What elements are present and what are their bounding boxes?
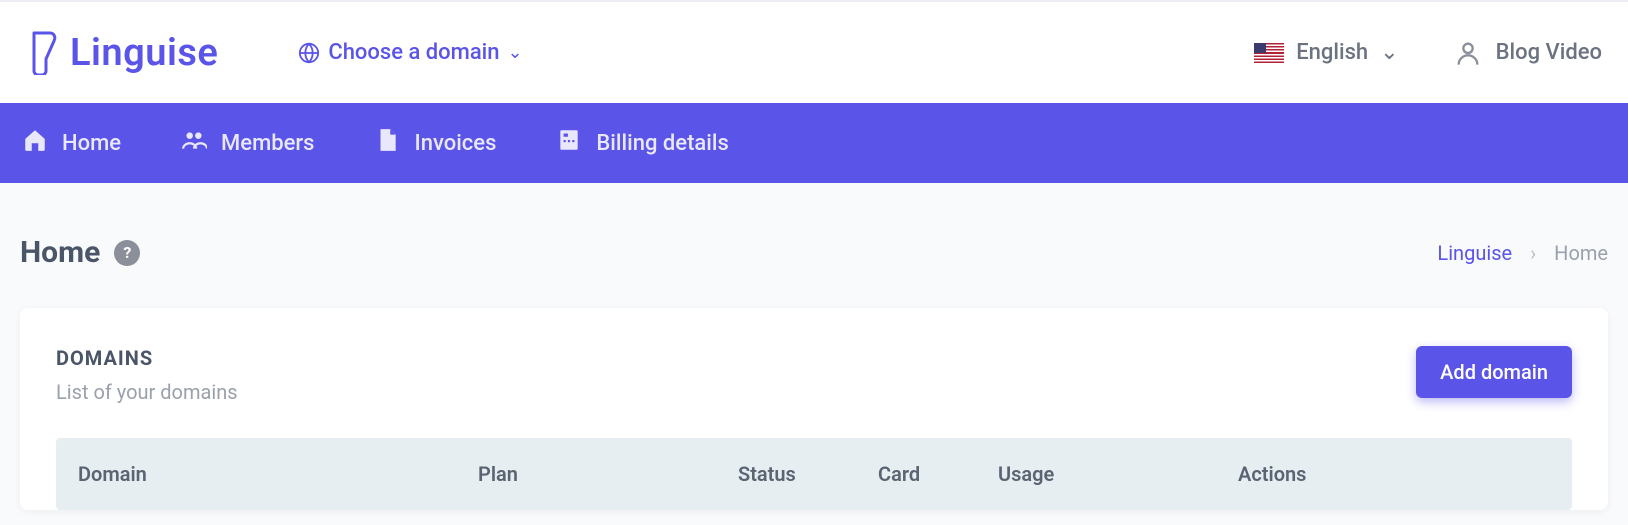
- domains-card-header: DOMAINS List of your domains Add domain: [56, 346, 1572, 404]
- col-plan: Plan: [478, 462, 738, 486]
- brand-logo[interactable]: Linguise: [26, 31, 218, 75]
- flag-us-icon: [1254, 43, 1284, 63]
- language-label: English: [1296, 40, 1368, 65]
- user-name: Blog Video: [1496, 40, 1602, 65]
- nav-billing-label: Billing details: [596, 131, 728, 156]
- language-picker[interactable]: English ⌄: [1254, 40, 1398, 65]
- nav-billing[interactable]: Billing details: [556, 127, 728, 159]
- user-icon: [1454, 39, 1482, 67]
- billing-icon: [556, 127, 582, 159]
- domain-picker[interactable]: Choose a domain ⌄: [298, 40, 522, 65]
- nav-members-label: Members: [221, 131, 314, 156]
- topbar: Linguise Choose a domain ⌄ English ⌄ Blo…: [0, 0, 1628, 103]
- page-title: Home: [20, 235, 100, 270]
- domains-card-subtitle: List of your domains: [56, 380, 238, 404]
- domain-picker-label: Choose a domain: [328, 40, 499, 65]
- invoice-icon: [374, 127, 400, 159]
- col-status: Status: [738, 462, 878, 486]
- page-title-wrap: Home ?: [20, 235, 140, 270]
- home-icon: [22, 127, 48, 159]
- user-menu[interactable]: Blog Video: [1454, 39, 1602, 67]
- add-domain-button[interactable]: Add domain: [1416, 346, 1572, 398]
- breadcrumb-current: Home: [1554, 241, 1608, 265]
- breadcrumb: Linguise › Home: [1437, 241, 1608, 265]
- domains-card: DOMAINS List of your domains Add domain …: [20, 308, 1608, 510]
- globe-icon: [298, 42, 320, 64]
- col-card: Card: [878, 462, 998, 486]
- chevron-down-icon: ⌄: [508, 42, 523, 63]
- page-header: Home ? Linguise › Home: [0, 183, 1628, 308]
- col-usage: Usage: [998, 462, 1238, 486]
- help-icon[interactable]: ?: [114, 240, 140, 266]
- nav-home-label: Home: [62, 131, 121, 156]
- nav-members[interactable]: Members: [181, 127, 314, 159]
- logo-mark-icon: [26, 31, 60, 75]
- col-domain: Domain: [78, 462, 478, 486]
- col-actions: Actions: [1238, 462, 1550, 486]
- breadcrumb-root[interactable]: Linguise: [1437, 241, 1512, 265]
- nav-invoices[interactable]: Invoices: [374, 127, 496, 159]
- domains-card-title-block: DOMAINS List of your domains: [56, 346, 238, 404]
- nav-invoices-label: Invoices: [414, 131, 496, 156]
- main-nav: Home Members Invoices Billing details: [0, 103, 1628, 183]
- brand-name: Linguise: [70, 31, 218, 75]
- domains-table-header: Domain Plan Status Card Usage Actions: [56, 438, 1572, 510]
- domains-card-title: DOMAINS: [56, 346, 238, 370]
- nav-home[interactable]: Home: [22, 127, 121, 159]
- members-icon: [181, 127, 207, 159]
- chevron-down-icon: ⌄: [1380, 40, 1398, 65]
- chevron-right-icon: ›: [1530, 241, 1536, 265]
